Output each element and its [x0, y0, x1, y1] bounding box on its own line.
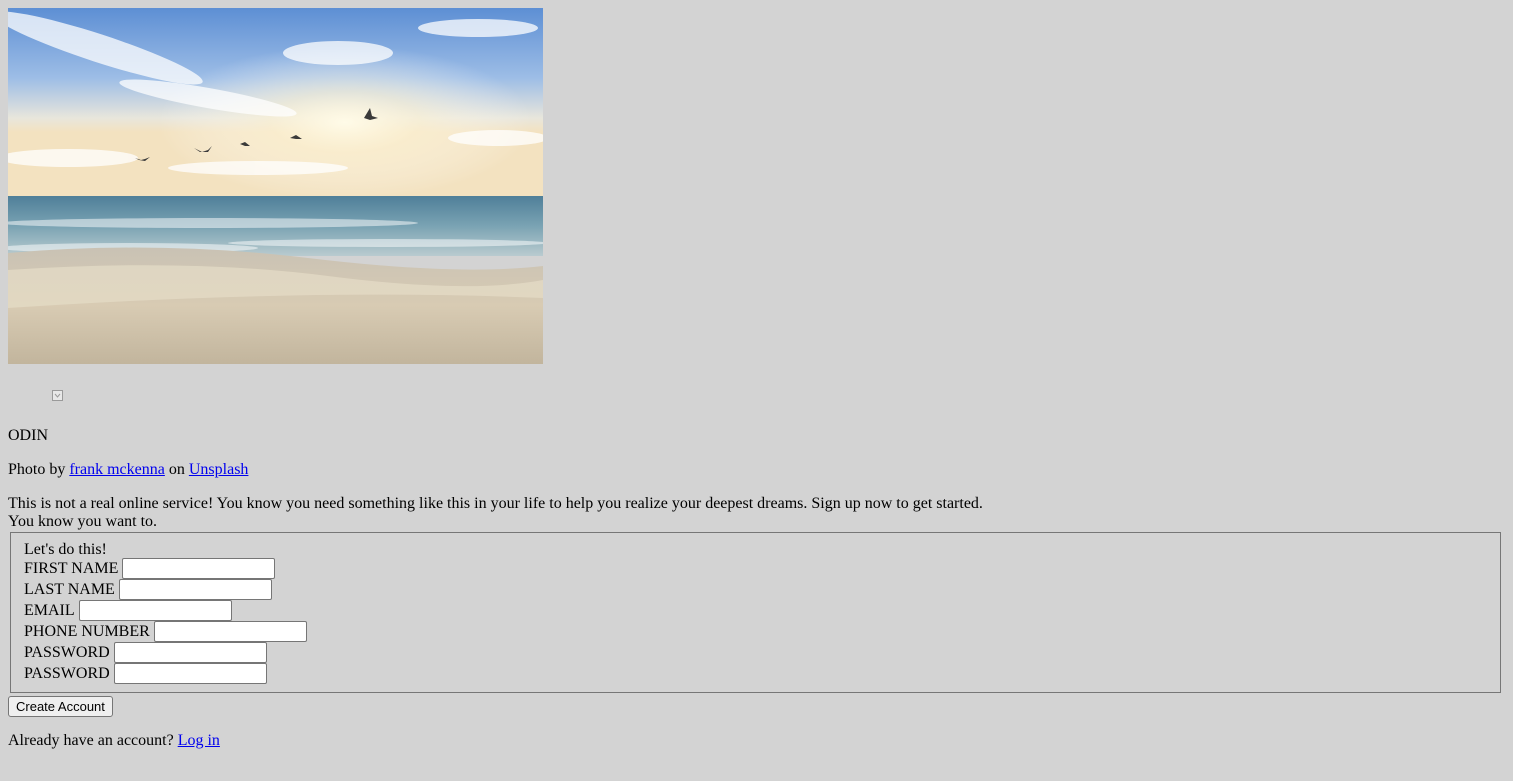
password-row: PASSWORD	[24, 642, 267, 663]
author-link[interactable]: frank mckenna	[69, 461, 165, 478]
create-account-button[interactable]: Create Account	[8, 696, 113, 717]
last-name-row: LAST NAME	[24, 579, 272, 600]
phone-row: PHONE NUMBER	[24, 621, 307, 642]
unsplash-link[interactable]: Unsplash	[189, 461, 249, 478]
email-label: EMAIL	[24, 601, 75, 619]
credit-middle: on	[168, 461, 185, 478]
hero-beach-image	[8, 8, 543, 364]
form-legend: Let's do this!	[24, 541, 107, 558]
first-name-label: FIRST NAME	[24, 559, 119, 577]
log-in-link[interactable]: Log in	[178, 732, 220, 749]
password-label: PASSWORD	[24, 643, 110, 661]
pitch-text: This is not a real online service! You k…	[8, 495, 983, 531]
credit-prefix: Photo by	[8, 461, 66, 478]
pitch-line-2: You know you want to.	[8, 513, 158, 530]
phone-input[interactable]	[153, 621, 307, 642]
login-prompt-text: Already have an account?	[8, 732, 174, 749]
photo-credit: Photo by frank mckenna on Unsplash	[8, 461, 248, 479]
confirm-password-input[interactable]	[113, 663, 267, 684]
pitch-line-1: This is not a real online service! You k…	[8, 495, 983, 512]
first-name-input[interactable]	[122, 558, 276, 579]
password-input[interactable]	[113, 642, 267, 663]
email-input[interactable]	[78, 600, 232, 621]
confirm-password-label: PASSWORD	[24, 664, 110, 682]
brand-name: ODIN	[8, 427, 48, 444]
confirm-password-row: PASSWORD	[24, 663, 267, 684]
login-prompt: Already have an account? Log in	[8, 732, 220, 750]
phone-label: PHONE NUMBER	[24, 622, 150, 640]
first-name-row: FIRST NAME	[24, 558, 276, 579]
email-row: EMAIL	[24, 600, 232, 621]
last-name-input[interactable]	[118, 579, 272, 600]
last-name-label: LAST NAME	[24, 580, 115, 598]
signup-fieldset: Let's do this! FIRST NAME LAST NAME EMAI…	[10, 532, 1501, 693]
broken-image-icon	[52, 390, 63, 401]
